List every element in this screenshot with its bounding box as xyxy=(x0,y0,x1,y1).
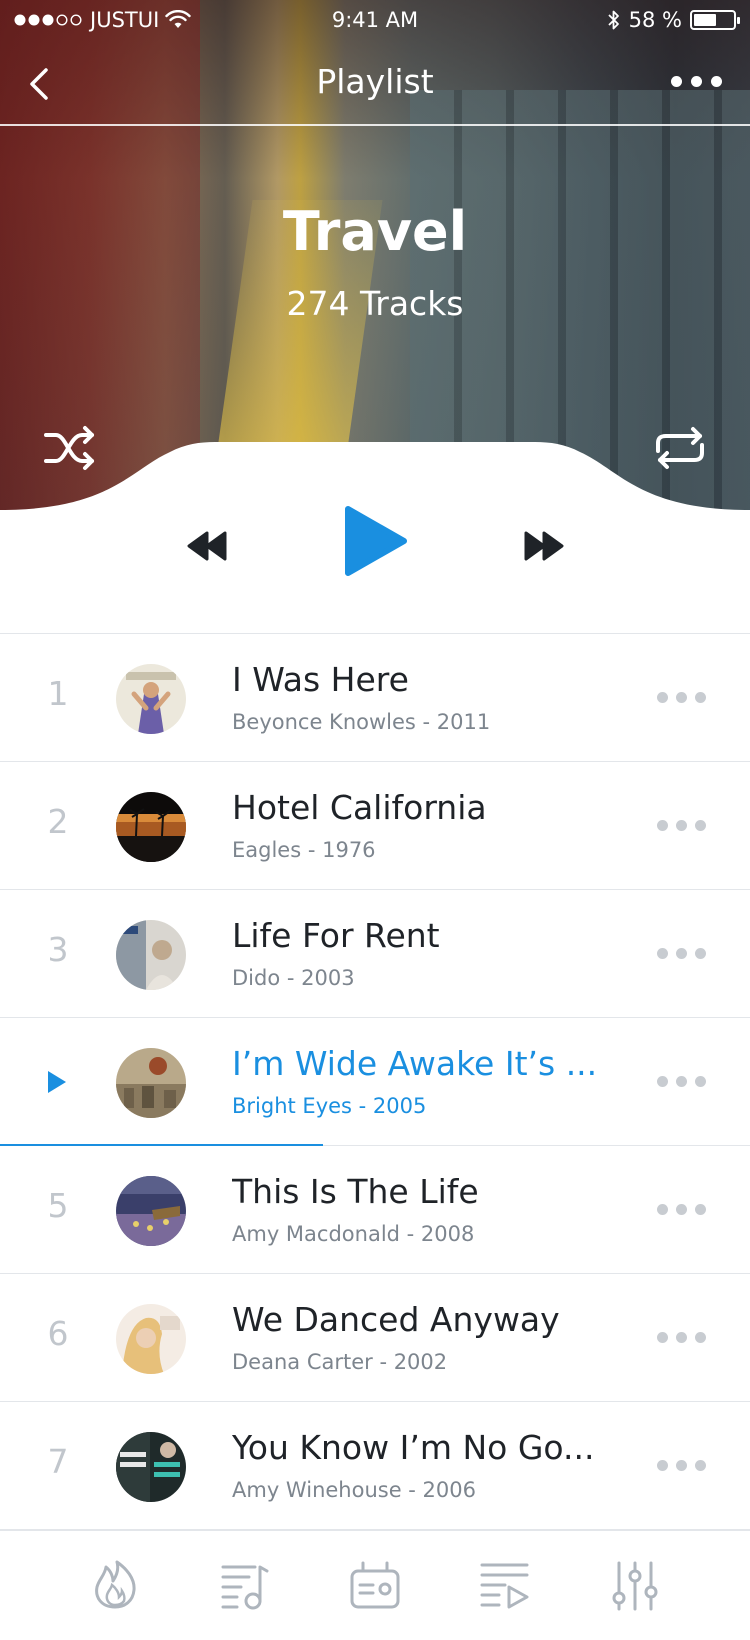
flame-icon[interactable] xyxy=(89,1559,141,1611)
rewind-icon[interactable] xyxy=(185,529,229,563)
album-art xyxy=(116,1304,186,1374)
page-title: Playlist xyxy=(316,62,434,101)
track-title: I’m Wide Awake It’s ... xyxy=(232,1044,598,1083)
track-title: You Know I’m No Go... xyxy=(232,1428,595,1467)
track-more-icon[interactable] xyxy=(657,692,706,703)
playlist-track-count: 274 Tracks xyxy=(286,284,464,323)
track-artist-year: Deana Carter - 2002 xyxy=(232,1350,448,1374)
track-more-icon[interactable] xyxy=(657,1076,706,1087)
track-row[interactable]: 2 Hotel California Eagles - 1976 xyxy=(0,762,750,890)
track-artist-year: Amy Winehouse - 2006 xyxy=(232,1478,476,1502)
track-title: Hotel California xyxy=(232,788,487,827)
album-art xyxy=(116,792,186,862)
play-icon[interactable] xyxy=(342,505,408,577)
tab-bar xyxy=(0,1530,750,1640)
track-more-icon[interactable] xyxy=(657,820,706,831)
album-art xyxy=(116,1432,186,1502)
bluetooth-icon xyxy=(608,10,619,30)
track-artist-year: Eagles - 1976 xyxy=(232,838,376,862)
battery-icon xyxy=(690,10,740,30)
radio-icon[interactable] xyxy=(349,1559,401,1611)
album-art xyxy=(116,920,186,990)
track-list: 1 I Was Here Beyonce Knowles - 2011 2 Ho… xyxy=(0,633,750,1530)
playlist-title: Travel xyxy=(282,200,468,263)
album-art xyxy=(116,664,186,734)
track-number: 2 xyxy=(47,802,69,841)
track-more-icon[interactable] xyxy=(657,1332,706,1343)
battery-level xyxy=(694,14,717,26)
status-right: 58 % xyxy=(607,8,740,32)
equalizer-icon[interactable] xyxy=(609,1559,661,1611)
ellipsis-icon[interactable] xyxy=(671,76,722,87)
track-number: 6 xyxy=(47,1314,69,1353)
track-artist-year: Amy Macdonald - 2008 xyxy=(232,1222,475,1246)
track-more-icon[interactable] xyxy=(657,1204,706,1215)
track-title: We Danced Anyway xyxy=(232,1300,560,1339)
track-number: 1 xyxy=(47,674,69,713)
navigation-bar: Playlist xyxy=(0,44,750,126)
track-artist-year: Dido - 2003 xyxy=(232,966,355,990)
album-art xyxy=(116,1176,186,1246)
track-row-now-playing[interactable]: I’m Wide Awake It’s ... Bright Eyes - 20… xyxy=(0,1018,750,1146)
track-row[interactable]: 1 I Was Here Beyonce Knowles - 2011 xyxy=(0,634,750,762)
track-artist-year: Beyonce Knowles - 2011 xyxy=(232,710,491,734)
playback-controls xyxy=(0,505,750,635)
track-title: Life For Rent xyxy=(232,916,440,955)
track-number: 5 xyxy=(47,1186,69,1225)
track-number: 3 xyxy=(47,930,69,969)
track-row[interactable]: 7 You Know I’m No Go... Amy Winehouse - … xyxy=(0,1402,750,1530)
playlist-play-icon[interactable] xyxy=(479,1559,531,1611)
track-number: 7 xyxy=(47,1442,69,1481)
fast-forward-icon[interactable] xyxy=(522,529,566,563)
track-row[interactable]: 6 We Danced Anyway Deana Carter - 2002 xyxy=(0,1274,750,1402)
track-title: I Was Here xyxy=(232,660,409,699)
track-row[interactable]: 5 This Is The Life Amy Macdonald - 2008 xyxy=(0,1146,750,1274)
track-more-icon[interactable] xyxy=(657,948,706,959)
music-list-icon[interactable] xyxy=(219,1559,271,1611)
album-art xyxy=(116,1048,186,1118)
now-playing-icon xyxy=(48,1071,66,1093)
track-title: This Is The Life xyxy=(232,1172,479,1211)
track-artist-year: Bright Eyes - 2005 xyxy=(232,1094,427,1118)
track-more-icon[interactable] xyxy=(657,1460,706,1471)
status-bar: JUSTUI 9:41 AM 58 % xyxy=(0,0,750,40)
track-row[interactable]: 3 Life For Rent Dido - 2003 xyxy=(0,890,750,1018)
playlist-header: JUSTUI 9:41 AM 58 % Playlist Travel 274 … xyxy=(0,0,750,510)
battery-percent: 58 % xyxy=(628,8,682,32)
header-curve xyxy=(0,442,750,510)
